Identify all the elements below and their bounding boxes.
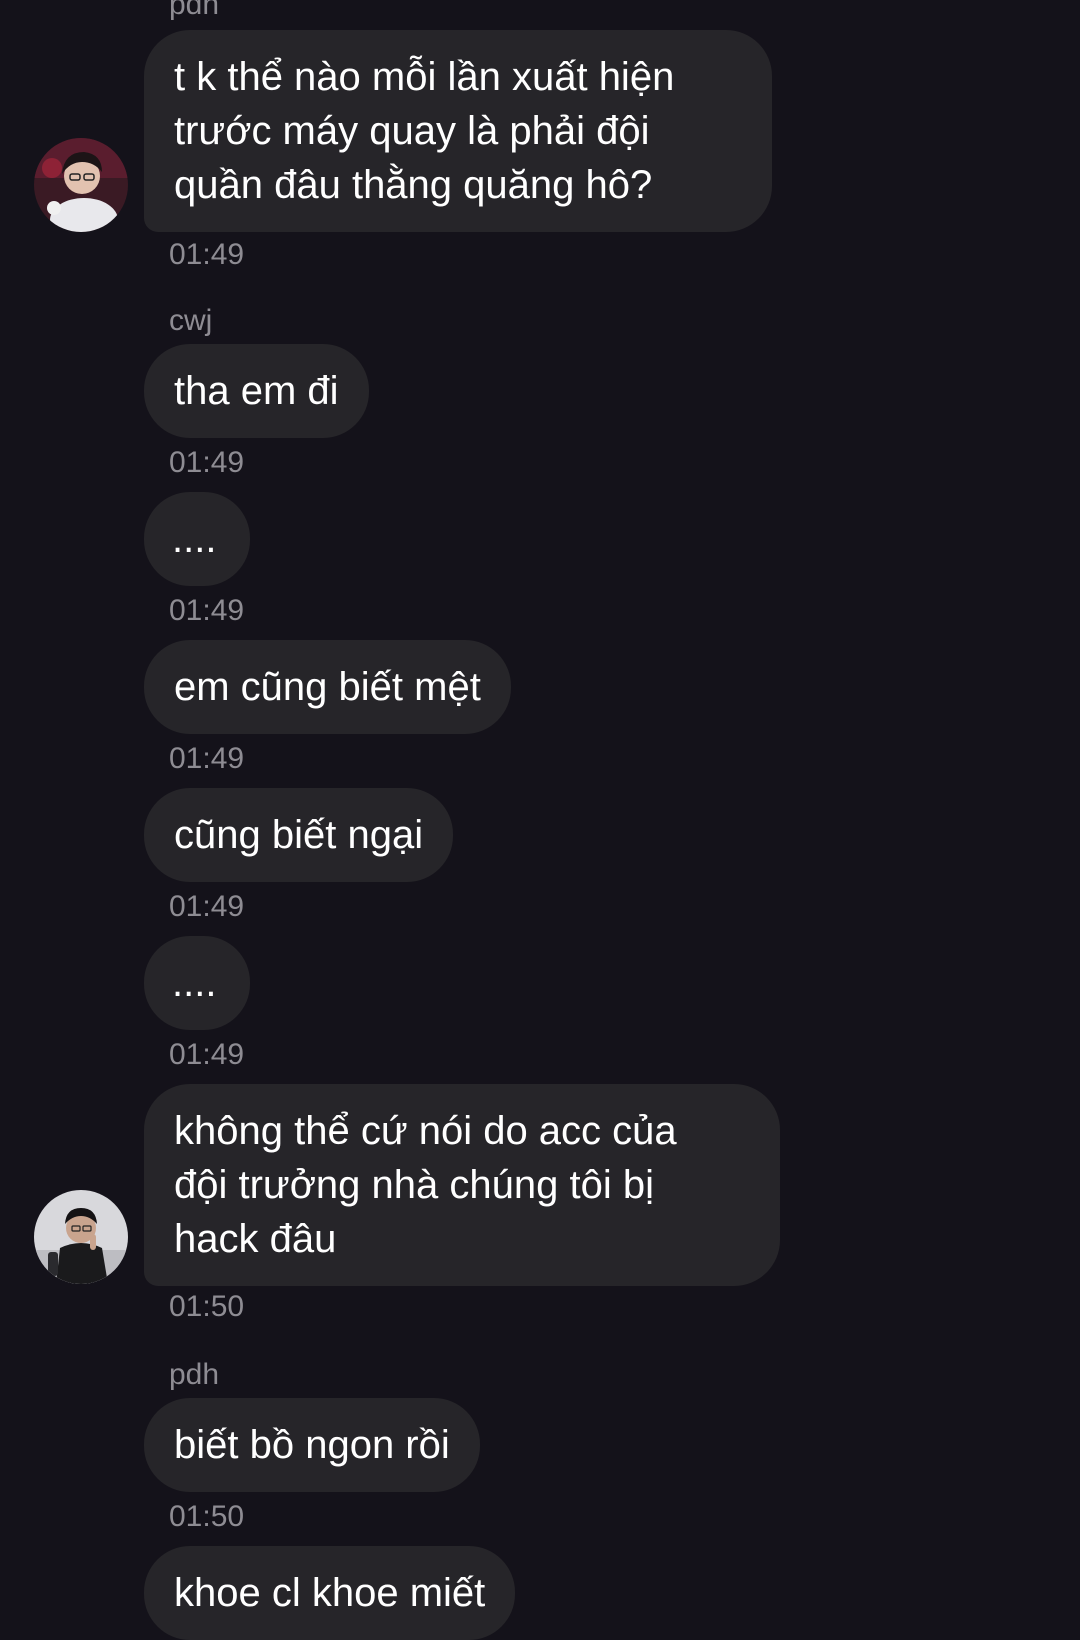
message-text: tha em đi xyxy=(174,369,339,413)
avatar[interactable] xyxy=(34,1190,128,1284)
message-timestamp: 01:49 xyxy=(169,594,245,627)
message-text-line: hack đâu xyxy=(174,1217,337,1261)
message-timestamp: 01:50 xyxy=(169,1290,245,1323)
avatar[interactable] xyxy=(34,138,128,232)
message-timestamp: 01:49 xyxy=(169,238,245,271)
message-timestamp: 01:49 xyxy=(169,446,245,479)
message-text-line: quần đâu thằng quăng hô? xyxy=(174,163,653,207)
message-text: em cũng biết mệt xyxy=(174,665,481,709)
message-timestamp: 01:49 xyxy=(169,1038,245,1071)
message-text: .... xyxy=(172,517,217,561)
message-bubble[interactable]: không thể cứ nói do acc của đội trưởng n… xyxy=(144,1084,780,1286)
sender-name: cwj xyxy=(169,304,213,337)
message-timestamp: 01:49 xyxy=(169,742,245,775)
message-bubble[interactable]: em cũng biết mệt xyxy=(144,640,511,734)
message-text-line: không thể cứ nói do acc của xyxy=(174,1109,677,1153)
message-text: .... xyxy=(172,961,217,1005)
message-timestamp: 01:50 xyxy=(169,1500,245,1533)
message-text-line: t k thể nào mỗi lần xuất hiện xyxy=(174,55,675,99)
chat-thread: pdh t k thể nào mỗi lần xuất hiện trước … xyxy=(0,0,1080,1640)
message-text-line: đội trưởng nhà chúng tôi bị xyxy=(174,1163,654,1207)
message-bubble[interactable]: .... xyxy=(144,492,250,586)
message-bubble[interactable]: khoe cl khoe miết xyxy=(144,1546,516,1640)
sender-name: pdh xyxy=(169,0,220,21)
message-bubble[interactable]: cũng biết ngại xyxy=(144,788,454,882)
message-bubble[interactable]: tha em đi xyxy=(144,344,369,438)
message-timestamp: 01:49 xyxy=(169,890,245,923)
message-text: biết bồ ngon rồi xyxy=(174,1423,450,1467)
message-bubble[interactable]: t k thể nào mỗi lần xuất hiện trước máy … xyxy=(144,30,772,232)
avatar-photo-icon xyxy=(34,138,128,232)
message-bubble[interactable]: biết bồ ngon rồi xyxy=(144,1398,480,1492)
sender-name: pdh xyxy=(169,1358,220,1391)
avatar-photo-icon xyxy=(34,1190,128,1284)
message-text: cũng biết ngại xyxy=(174,813,424,857)
message-text: khoe cl khoe miết xyxy=(174,1571,486,1615)
message-bubble[interactable]: .... xyxy=(144,936,250,1030)
message-text-line: trước máy quay là phải đội xyxy=(174,109,650,153)
